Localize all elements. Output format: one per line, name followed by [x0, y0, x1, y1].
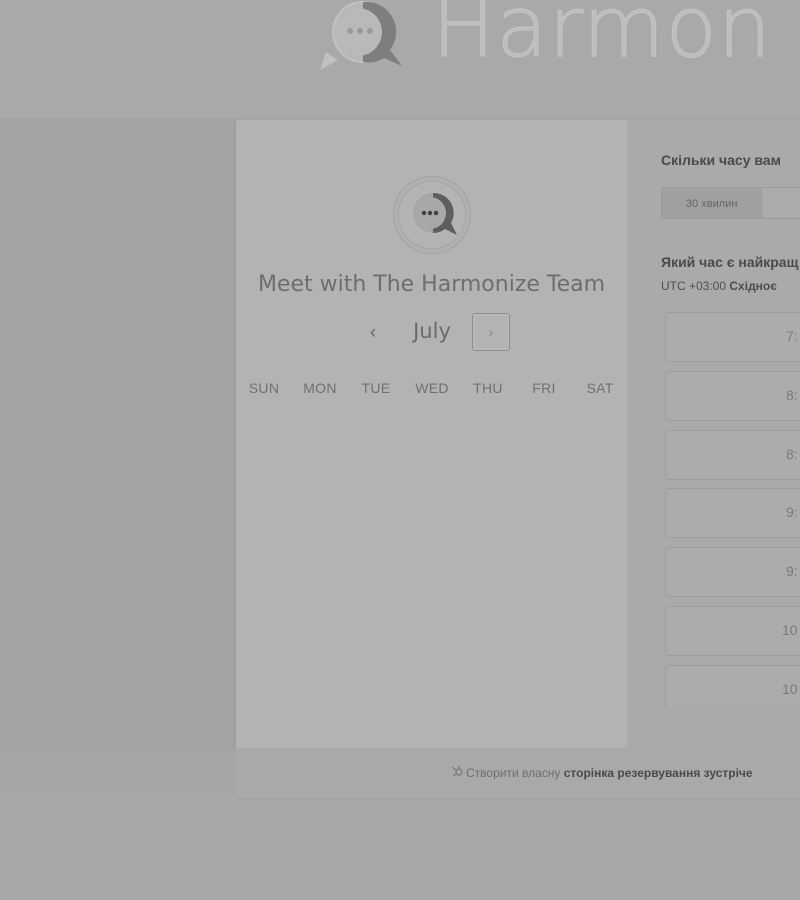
footer-text: Створити власну сторінка резервування зу… [450, 765, 753, 780]
time-pane: Скільки часу вам 30 хвилин Який час є на… [627, 120, 800, 748]
time-slot-label: 9: [786, 504, 798, 520]
time-slot[interactable]: 10 [665, 665, 800, 708]
footer-bar: Створити власну сторінка резервування зу… [236, 748, 800, 798]
timezone-offset: UTC +03:00 [661, 279, 727, 293]
time-slot-label: 8: [786, 446, 798, 462]
chevron-left-icon[interactable]: ‹ [362, 320, 384, 344]
duration-tabs: 30 хвилин [661, 187, 800, 219]
organizer-title: Meet with The Harmonize Team [257, 272, 606, 297]
organizer-avatar [393, 176, 471, 254]
time-slot[interactable]: 8: [665, 430, 800, 480]
timezone-name: Східноє [729, 279, 777, 293]
footer-booking-link[interactable]: сторінка резервування зустріче [564, 766, 753, 780]
weekday-sat: SAT [586, 380, 614, 396]
chat-bubble-logo-icon [318, 0, 408, 72]
time-slot-list: 7: 8: 8: 9: 9: 10 10 [665, 312, 800, 708]
calendar-pane: Meet with The Harmonize Team ‹ July › SU… [236, 120, 627, 748]
time-slot-label: 10 [782, 622, 798, 638]
chevron-right-icon[interactable]: › [472, 313, 510, 351]
time-slot[interactable]: 9: [665, 547, 800, 597]
time-slot[interactable]: 8: [665, 371, 800, 421]
brand-header: Harmon [0, 0, 800, 118]
brand-wordmark: Harmon [431, 0, 773, 77]
time-slot-label: 8: [786, 387, 798, 403]
month-label: July [413, 319, 451, 343]
weekday-thu: THU [473, 380, 503, 396]
weekday-tue: TUE [361, 380, 391, 396]
weekday-fri: FRI [532, 380, 556, 396]
time-slot[interactable]: 7: [665, 312, 800, 362]
weekday-sun: SUN [248, 380, 280, 396]
duration-question: Скільки часу вам [661, 152, 781, 168]
time-slot-label: 10 [782, 681, 798, 697]
left-background [0, 118, 236, 752]
timezone-label: UTC +03:00 Східноє [661, 279, 777, 293]
time-slot-label: 7: [786, 328, 798, 344]
footer-prefix: Створити власну [466, 766, 561, 780]
weekday-mon: MON [303, 380, 337, 396]
weekday-header: SUN MON TUE WED THU FRI SAT [236, 380, 627, 398]
duration-option-30[interactable]: 30 хвилин [661, 187, 763, 219]
weekday-wed: WED [415, 380, 449, 396]
time-slot[interactable]: 10 [665, 606, 800, 656]
page: Harmon Meet with The Harmonize Team ‹ Ju… [0, 0, 800, 900]
time-question: Який час є найкращ [661, 254, 799, 270]
hubspot-sprocket-icon [450, 765, 464, 780]
time-slot-label: 9: [786, 563, 798, 579]
duration-option-other[interactable] [762, 187, 800, 219]
month-navigation: ‹ July › [236, 313, 627, 353]
meeting-card: Meet with The Harmonize Team ‹ July › SU… [236, 120, 800, 748]
time-slot[interactable]: 9: [665, 488, 800, 538]
chat-bubble-avatar-icon [413, 192, 457, 235]
